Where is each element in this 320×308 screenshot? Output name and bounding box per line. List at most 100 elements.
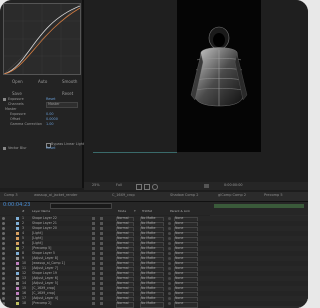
pickwhip-icon[interactable] [168, 297, 171, 300]
graph-auto-label[interactable]: Auto [38, 80, 47, 84]
pickwhip-icon[interactable] [168, 222, 171, 225]
fx-switch-icon[interactable] [100, 257, 103, 260]
camera-icon[interactable] [204, 184, 209, 188]
pickwhip-icon[interactable] [168, 252, 171, 255]
resolution-dropdown[interactable]: Full [116, 183, 122, 187]
fx-switch-icon[interactable] [100, 272, 103, 275]
visibility-eye-icon[interactable] [2, 232, 5, 235]
label-color-swatch[interactable] [16, 302, 19, 305]
effect-toggle-icon[interactable] [3, 98, 6, 101]
tab-glcomp[interactable]: glComp Comp 2 [218, 193, 246, 200]
shy-switch-icon[interactable] [92, 237, 95, 240]
shy-switch-icon[interactable] [92, 232, 95, 235]
graph-smooth-label[interactable]: Smooth [62, 80, 77, 84]
pickwhip-icon[interactable] [168, 232, 171, 235]
shy-switch-icon[interactable] [92, 227, 95, 230]
graph-save-button[interactable]: Save [12, 92, 22, 96]
visibility-eye-icon[interactable] [2, 252, 5, 255]
region-icon[interactable] [144, 184, 150, 190]
shy-switch-icon[interactable] [92, 222, 95, 225]
label-color-swatch[interactable] [16, 262, 19, 265]
visibility-eye-icon[interactable] [2, 222, 5, 225]
fx-switch-icon[interactable] [100, 302, 103, 305]
pickwhip-icon[interactable] [168, 227, 171, 230]
timeline-search-input[interactable] [50, 203, 112, 209]
shy-switch-icon[interactable] [92, 272, 95, 275]
tab-comp-3[interactable]: Comp 3 [4, 193, 18, 200]
label-color-swatch[interactable] [16, 272, 19, 275]
shy-switch-icon[interactable] [92, 287, 95, 290]
visibility-eye-icon[interactable] [2, 237, 5, 240]
shy-switch-icon[interactable] [92, 252, 95, 255]
label-color-swatch[interactable] [16, 247, 19, 250]
mask-visibility-icon[interactable] [152, 184, 158, 190]
visibility-eye-icon[interactable] [2, 267, 5, 270]
fx-switch-icon[interactable] [100, 292, 103, 295]
label-color-swatch[interactable] [16, 282, 19, 285]
fx-switch-icon[interactable] [100, 282, 103, 285]
visibility-eye-icon[interactable] [2, 287, 5, 290]
fx-switch-icon[interactable] [100, 227, 103, 230]
label-color-swatch[interactable] [16, 257, 19, 260]
shy-switch-icon[interactable] [92, 242, 95, 245]
label-color-swatch[interactable] [16, 222, 19, 225]
visibility-eye-icon[interactable] [2, 227, 5, 230]
pickwhip-icon[interactable] [168, 282, 171, 285]
grid-icon[interactable] [136, 184, 142, 190]
graph-open-label[interactable]: Open [12, 80, 23, 84]
pickwhip-icon[interactable] [168, 302, 171, 305]
fx-switch-icon[interactable] [100, 217, 103, 220]
gamma-value[interactable]: 1.00 [46, 122, 54, 126]
label-color-swatch[interactable] [16, 227, 19, 230]
effect-reset-link[interactable]: Reset [46, 97, 55, 101]
label-color-swatch[interactable] [16, 297, 19, 300]
label-color-swatch[interactable] [16, 267, 19, 270]
shy-switch-icon[interactable] [92, 297, 95, 300]
fx-switch-icon[interactable] [100, 242, 103, 245]
fx-switch-icon[interactable] [100, 237, 103, 240]
tab-wassup-render[interactable]: wassup_ai_jacket_render [34, 193, 77, 200]
pickwhip-icon[interactable] [168, 237, 171, 240]
visibility-eye-icon[interactable] [2, 302, 5, 305]
pickwhip-icon[interactable] [168, 267, 171, 270]
pickwhip-icon[interactable] [168, 242, 171, 245]
fx-switch-icon[interactable] [100, 232, 103, 235]
shy-switch-icon[interactable] [92, 267, 95, 270]
label-color-swatch[interactable] [16, 217, 19, 220]
visibility-eye-icon[interactable] [2, 292, 5, 295]
pickwhip-icon[interactable] [168, 262, 171, 265]
fx-switch-icon[interactable] [100, 297, 103, 300]
vector-blur-reset[interactable]: Reset [46, 146, 55, 150]
fx-switch-icon[interactable] [100, 247, 103, 250]
shy-switch-icon[interactable] [92, 217, 95, 220]
visibility-eye-icon[interactable] [2, 262, 5, 265]
shy-switch-icon[interactable] [92, 247, 95, 250]
pickwhip-icon[interactable] [168, 217, 171, 220]
fx-switch-icon[interactable] [100, 287, 103, 290]
graph-reset-button[interactable]: Reset [62, 92, 73, 96]
master-group-label[interactable]: Master [5, 107, 17, 111]
label-color-swatch[interactable] [16, 287, 19, 290]
fx-switch-icon[interactable] [100, 262, 103, 265]
exposure-value[interactable]: 0.00 [46, 112, 54, 116]
curves-graph[interactable] [3, 3, 81, 75]
visibility-eye-icon[interactable] [2, 242, 5, 245]
visibility-eye-icon[interactable] [2, 247, 5, 250]
tab-crop[interactable]: C_16X9_crop [112, 193, 135, 200]
visibility-eye-icon[interactable] [2, 272, 5, 275]
pickwhip-icon[interactable] [168, 287, 171, 290]
pickwhip-icon[interactable] [168, 277, 171, 280]
fx-switch-icon[interactable] [100, 252, 103, 255]
zoom-dropdown[interactable]: 25% [92, 183, 100, 187]
layer-name[interactable]: [Precomp 2] [32, 301, 51, 306]
shy-switch-icon[interactable] [92, 262, 95, 265]
visibility-eye-icon[interactable] [2, 217, 5, 220]
shy-switch-icon[interactable] [92, 277, 95, 280]
pickwhip-icon[interactable] [168, 257, 171, 260]
pickwhip-icon[interactable] [168, 272, 171, 275]
vector-blur-toggle-icon[interactable] [3, 147, 6, 150]
tab-shadow-comp[interactable]: Shadow Comp 2 [170, 193, 198, 200]
shy-switch-icon[interactable] [92, 257, 95, 260]
label-color-swatch[interactable] [16, 232, 19, 235]
label-color-swatch[interactable] [16, 237, 19, 240]
